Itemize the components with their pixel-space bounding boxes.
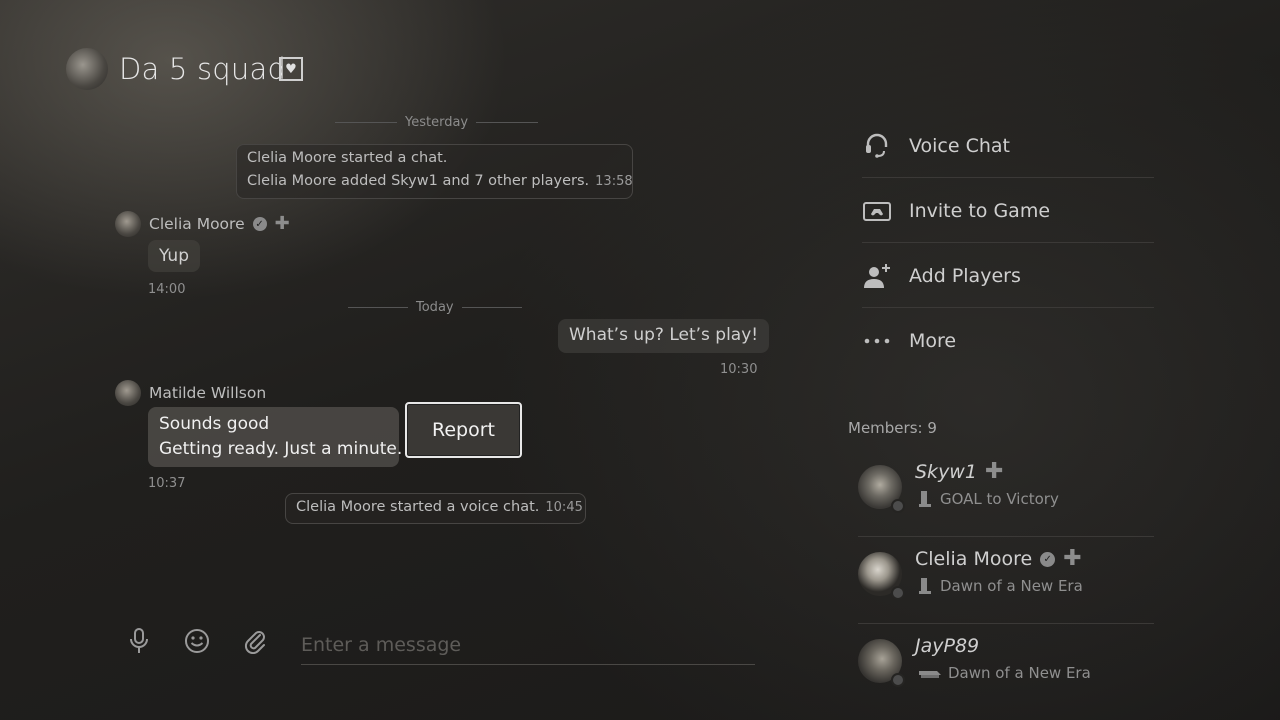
invite-to-game-label: Invite to Game	[909, 199, 1051, 222]
group-avatar	[66, 48, 108, 90]
system-message-line: Clelia Moore started a chat.	[247, 150, 448, 166]
heart-icon[interactable]: ♥	[279, 57, 303, 81]
message-bubble[interactable]: Yup	[148, 240, 200, 272]
member-game-text: Dawn of a New Era	[940, 577, 1083, 595]
console-icon	[919, 491, 931, 507]
status-indicator	[891, 586, 905, 600]
message-sender: Matilde Willson	[115, 380, 266, 406]
check-icon: ✓	[252, 217, 267, 231]
message-line: Sounds good	[159, 414, 270, 434]
invite-to-game-button[interactable]: Invite to Game	[862, 179, 1154, 243]
add-players-button[interactable]: Add Players	[862, 244, 1154, 308]
system-message-line: Clelia Moore started a voice chat.	[296, 499, 540, 515]
member-game: Dawn of a New Era	[919, 577, 1083, 595]
sender-name: Clelia Moore	[149, 215, 245, 233]
message-time: 10:37	[148, 476, 186, 491]
date-separator: Yesterday	[335, 115, 539, 130]
member-name-text: Skyw1	[915, 461, 977, 483]
ps-plus-icon: ✚	[984, 459, 1004, 484]
system-message: Clelia Moore started a chat. Clelia Moor…	[236, 144, 633, 199]
more-button[interactable]: More	[862, 309, 1154, 373]
check-icon: ✓	[1040, 551, 1056, 567]
member-game-text: Dawn of a New Era	[948, 664, 1091, 682]
member-name-text: JayP89	[915, 635, 980, 657]
member-item[interactable]: Skyw1 ✚ GOAL to Victory	[858, 451, 1154, 537]
members-count: Members: 9	[848, 419, 937, 437]
member-name: JayP89	[915, 635, 979, 657]
headset-icon	[862, 131, 892, 161]
add-person-icon	[862, 261, 892, 291]
report-button[interactable]: Report	[405, 402, 522, 458]
message-sender: Clelia Moore ✓ ✚	[115, 211, 290, 237]
member-name: Clelia Moore ✓ ✚	[915, 546, 1082, 571]
member-item[interactable]: JayP89 Dawn of a New Era	[858, 625, 1154, 711]
member-game: Dawn of a New Era	[919, 664, 1091, 682]
console-icon	[919, 578, 931, 594]
voice-chat-label: Voice Chat	[909, 134, 1011, 157]
member-name: Skyw1 ✚	[915, 459, 1004, 484]
date-separator: Today	[348, 300, 522, 315]
ps-plus-icon: ✚	[1063, 546, 1082, 571]
system-message-time: 10:45	[545, 500, 583, 515]
system-message-line: Clelia Moore added Skyw1 and 7 other pla…	[247, 173, 590, 189]
group-title: Da 5 squad	[119, 52, 287, 86]
member-game: GOAL to Victory	[919, 490, 1059, 508]
message-line: Getting ready. Just a minute.	[159, 439, 403, 459]
member-item[interactable]: Clelia Moore ✓ ✚ Dawn of a New Era	[858, 538, 1154, 624]
message-bubble[interactable]: Sounds good Getting ready. Just a minute…	[148, 407, 403, 467]
system-message-time: 13:58	[595, 174, 633, 189]
status-indicator	[891, 673, 905, 687]
sender-name: Matilde Willson	[149, 384, 267, 402]
message-time: 14:00	[148, 282, 186, 297]
ps-plus-icon: ✚	[274, 213, 290, 234]
date-separator-label: Yesterday	[405, 115, 469, 130]
member-name-text: Clelia Moore	[915, 548, 1033, 570]
member-game-text: GOAL to Victory	[940, 490, 1059, 508]
voice-chat-button[interactable]: Voice Chat	[862, 114, 1154, 178]
console-icon	[919, 671, 941, 678]
game-invite-icon	[862, 196, 892, 226]
paperclip-icon[interactable]	[241, 627, 269, 655]
message-bubble[interactable]: What’s up? Let’s play!	[558, 319, 770, 353]
date-separator-label: Today	[416, 300, 454, 315]
ellipsis-icon	[862, 326, 892, 356]
message-time: 10:30	[720, 362, 758, 377]
more-label: More	[909, 330, 957, 352]
message-input[interactable]	[301, 626, 755, 665]
avatar[interactable]	[115, 211, 141, 237]
status-indicator	[891, 499, 905, 513]
smiley-icon[interactable]	[183, 627, 211, 655]
add-players-label: Add Players	[909, 264, 1021, 287]
avatar[interactable]	[115, 380, 141, 406]
system-message: Clelia Moore started a voice chat. 10:45	[285, 493, 586, 524]
microphone-icon[interactable]	[125, 627, 153, 655]
